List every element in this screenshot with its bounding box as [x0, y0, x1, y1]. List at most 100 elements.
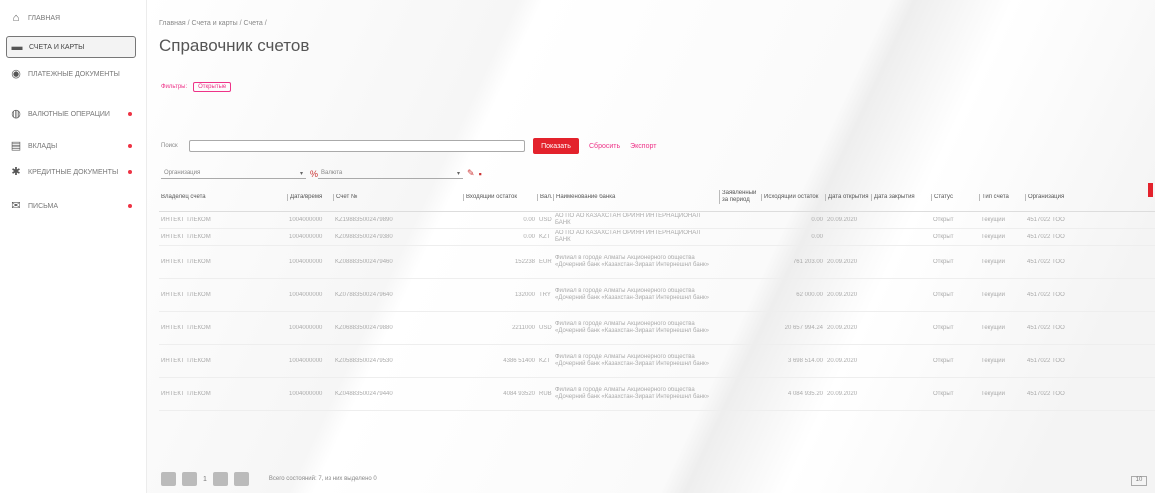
- table-row[interactable]: ИНТЕКТ ТЛЕКОМ 1004000000 KZ088835002479460…: [159, 246, 1155, 279]
- settings-tab[interactable]: [1148, 183, 1153, 197]
- column-header[interactable]: Входящий остаток: [463, 193, 537, 201]
- table-cell: KZ078835002479640: [335, 291, 393, 298]
- table-cell: 4517022 ТОО: [1027, 233, 1065, 240]
- table-cell: 4517022 ТОО: [1027, 216, 1065, 223]
- edit-icon[interactable]: ✎: [467, 168, 475, 179]
- table-cell: 20.09.2020: [827, 390, 858, 397]
- table-cell: Текущий: [981, 291, 1005, 298]
- card-icon: ▬: [11, 40, 23, 53]
- sidebar-item-4[interactable]: ▤ ВКЛАДЫ: [6, 136, 136, 156]
- expand-indicator-icon: [128, 112, 132, 116]
- column-header[interactable]: Наименование банка: [553, 193, 719, 201]
- next-page-button[interactable]: [212, 472, 228, 486]
- prev-page-button[interactable]: [182, 472, 197, 486]
- table-cell: EUR: [539, 258, 552, 265]
- table-cell: Филиал в городе Алматы Акционерного обще…: [555, 255, 709, 268]
- table-row[interactable]: ИНТЕКТ ТЛЕКОМ 1004000000 KZ198835002479890…: [159, 212, 1155, 229]
- filter-row: Организация ▾ % Валюта ▾ ✎ ▪: [161, 168, 482, 179]
- sidebar-item-label: ВКЛАДЫ: [28, 142, 58, 150]
- table-cell: 20.09.2020: [827, 324, 858, 331]
- chip-tag-open[interactable]: Открытые: [193, 82, 232, 92]
- table-row[interactable]: ИНТЕКТ ТЛЕКОМ 1004000000 KZ048835002479440…: [159, 378, 1155, 411]
- table-cell: 20 657 994.24: [784, 324, 823, 331]
- table-cell: Открыт: [933, 233, 954, 240]
- delete-icon[interactable]: ▪: [479, 169, 482, 179]
- column-header[interactable]: Вал.: [537, 193, 553, 201]
- expand-indicator-icon: [128, 170, 132, 174]
- page-number[interactable]: 1: [203, 476, 207, 483]
- sidebar: ⌂ ГЛАВНАЯ ▬ СЧЕТА И КАРТЫ ◉ ПЛАТЕЖНЫЕ ДОКУМЕН…: [0, 0, 147, 493]
- payment-icon: ◉: [11, 67, 21, 80]
- table-row[interactable]: ИНТЕКТ ТЛЕКОМ 1004000000 KZ098835002479380…: [159, 229, 1155, 246]
- table-cell: Филиал в городе Алматы Акционерного обще…: [555, 288, 709, 301]
- page-size-select[interactable]: 10: [1131, 476, 1147, 486]
- table-cell: 1004000000: [289, 233, 323, 240]
- table-cell: Открыт: [933, 216, 954, 223]
- chip-label: Фильтры:: [161, 84, 188, 90]
- table-cell: ИНТЕКТ ТЛЕКОМ: [161, 258, 211, 265]
- table-cell: KZ098835002479380: [335, 233, 393, 240]
- table-cell: KZT: [539, 233, 551, 240]
- table-row[interactable]: ИНТЕКТ ТЛЕКОМ 1004000000 KZ078835002479640…: [159, 279, 1155, 312]
- show-button[interactable]: Показать: [533, 138, 579, 154]
- expand-indicator-icon: [128, 144, 132, 148]
- search-input[interactable]: [189, 140, 525, 152]
- reset-link[interactable]: Сбросить: [589, 143, 620, 150]
- column-header[interactable]: Заявленный за период: [719, 190, 761, 204]
- column-header[interactable]: Дата закрытия: [871, 193, 931, 201]
- sidebar-item-label: СЧЕТА И КАРТЫ: [29, 43, 85, 51]
- table-cell: TRY: [539, 291, 551, 298]
- table-cell: 4386 51400: [503, 357, 535, 364]
- column-header[interactable]: Дата открытия: [825, 193, 871, 201]
- organization-select[interactable]: Организация ▾: [161, 168, 306, 179]
- last-page-button[interactable]: [233, 472, 249, 486]
- column-header[interactable]: Счет №: [333, 193, 463, 201]
- table-cell: 761 203.00: [792, 258, 823, 265]
- table-cell: 3 698 514.00: [787, 357, 823, 364]
- sidebar-item-3[interactable]: ◍ ВАЛЮТНЫЕ ОПЕРАЦИИ: [6, 104, 136, 124]
- table-cell: USD: [539, 324, 552, 331]
- column-header[interactable]: Организация: [1025, 193, 1077, 201]
- column-header[interactable]: Дата/время: [287, 193, 333, 201]
- chevron-down-icon: ▾: [457, 170, 461, 177]
- table-cell: Открыт: [933, 357, 954, 364]
- mail-icon: ✉: [11, 199, 21, 212]
- table-cell: 4517022 ТОО: [1027, 291, 1065, 298]
- table-cell: 0.00: [811, 233, 823, 240]
- table-cell: Филиал в городе Алматы Акционерного обще…: [555, 321, 709, 334]
- sidebar-item-label: ГЛАВНАЯ: [28, 14, 61, 22]
- column-header[interactable]: Статус: [931, 193, 979, 201]
- sidebar-item-0[interactable]: ⌂ ГЛАВНАЯ: [6, 8, 136, 28]
- column-header[interactable]: Владелец счета: [159, 194, 287, 201]
- sidebar-item-label: ВАЛЮТНЫЕ ОПЕРАЦИИ: [28, 110, 110, 118]
- table-cell: KZT: [539, 357, 551, 364]
- table-cell: АО ПО АО КАЗАХСТАН ОРИЯН ИНТЕРНАЦИОНАЛ Б…: [555, 230, 701, 243]
- table-cell: Текущий: [981, 324, 1005, 331]
- chevron-down-icon: ▾: [299, 170, 303, 177]
- table-cell: KZ088835002479460: [335, 258, 393, 265]
- sidebar-item-5[interactable]: ✱ КРЕДИТНЫЕ ДОКУМЕНТЫ: [6, 162, 136, 182]
- table-row[interactable]: ИНТЕКТ ТЛЕКОМ 1004000000 KZ068835002479880…: [159, 312, 1155, 345]
- currency-select[interactable]: Валюта ▾: [318, 168, 464, 179]
- table-cell: Филиал в городе Алматы Акционерного обще…: [555, 354, 709, 367]
- table-cell: 20.09.2020: [827, 258, 858, 265]
- column-header[interactable]: Тип счета: [979, 193, 1025, 201]
- sidebar-item-1[interactable]: ▬ СЧЕТА И КАРТЫ: [6, 36, 136, 58]
- first-page-button[interactable]: [161, 472, 176, 486]
- table-cell: KZ048835002479440: [335, 390, 393, 397]
- table-cell: KZ198835002479890: [335, 216, 393, 223]
- table-cell: 1004000000: [289, 291, 323, 298]
- sidebar-item-6[interactable]: ✉ ПИСЬМА: [6, 196, 136, 216]
- breadcrumb[interactable]: Главная / Счета и карты / Счета /: [159, 20, 267, 27]
- table-cell: Текущий: [981, 216, 1005, 223]
- table-cell: 132000: [514, 291, 535, 298]
- column-header[interactable]: Исходящий остаток: [761, 193, 825, 201]
- table-cell: Открыт: [933, 291, 954, 298]
- currency-filter-icon[interactable]: %: [310, 169, 318, 179]
- table-row[interactable]: ИНТЕКТ ТЛЕКОМ 1004000000 KZ058835002479530…: [159, 345, 1155, 378]
- sidebar-item-2[interactable]: ◉ ПЛАТЕЖНЫЕ ДОКУМЕНТЫ: [6, 64, 136, 84]
- table-cell: 20.09.2020: [827, 291, 858, 298]
- pagination: 1 Всего состояний: 7, из них выделено 0: [161, 472, 377, 486]
- export-link[interactable]: Экспорт: [630, 143, 656, 150]
- table-cell: 4517022 ТОО: [1027, 258, 1065, 265]
